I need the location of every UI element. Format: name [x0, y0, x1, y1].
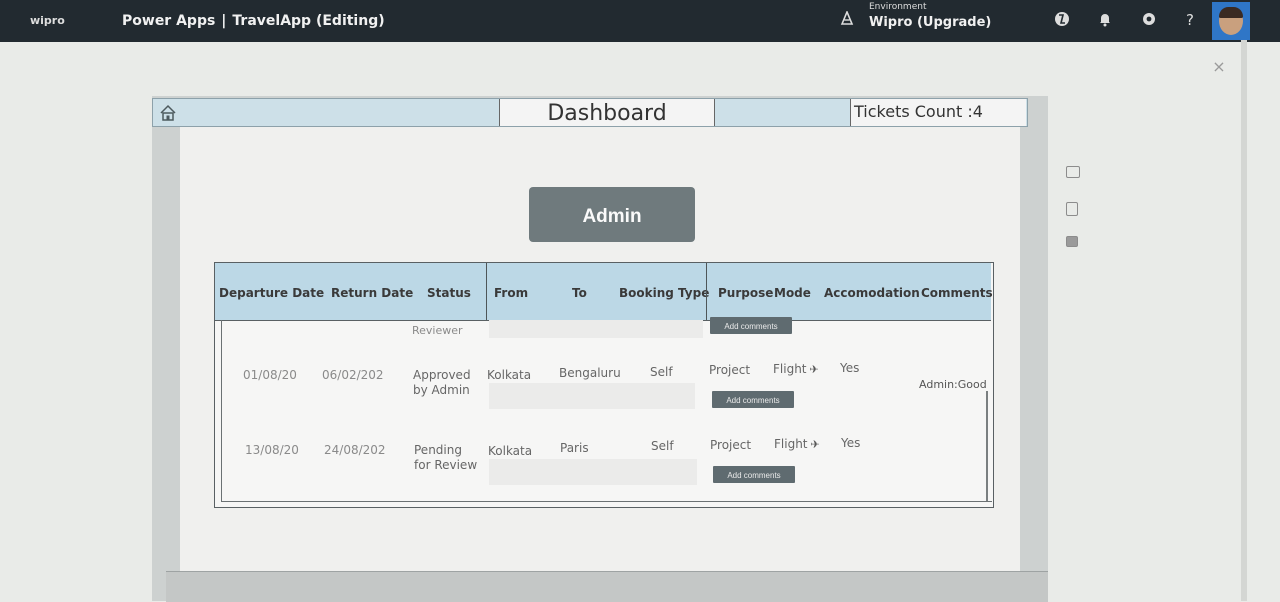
col-mode: Mode: [774, 286, 811, 300]
table-header: Departure Date Return Date Status From T…: [215, 263, 993, 321]
cell-to: Paris: [560, 441, 589, 455]
admin-button[interactable]: Admin: [529, 187, 695, 242]
row-shading: [489, 459, 697, 485]
add-comments-button[interactable]: Add comments: [713, 466, 795, 483]
top-bar: wipro Power Apps | TravelApp (Editing) Env…: [0, 0, 1280, 42]
cell-departure-date: 01/08/20: [243, 368, 297, 382]
app-title: Power Apps | TravelApp (Editing): [122, 13, 385, 29]
cell-mode: Flight ✈: [774, 437, 820, 452]
add-comments-button[interactable]: Add comments: [712, 391, 794, 408]
cell-from: Kolkata: [488, 444, 533, 458]
settings-gear-icon[interactable]: [1140, 11, 1158, 29]
cell-return-date: 06/02/202: [322, 368, 384, 382]
canvas-toolbar: [1060, 160, 1084, 260]
add-comments-button[interactable]: Add comments: [710, 317, 792, 334]
dashboard-header: Dashboard Tickets Count :4: [152, 98, 1028, 127]
partial-row-status: Reviewer: [412, 324, 463, 337]
help-icon[interactable]: ?: [1181, 11, 1199, 29]
cell-status-line2: for Review: [414, 458, 478, 472]
column-divider: [706, 263, 707, 320]
canvas-vertical-scrollbar[interactable]: [1241, 40, 1247, 601]
tickets-gallery: Departure Date Return Date Status From T…: [214, 262, 994, 508]
col-return-date: Return Date: [331, 286, 414, 300]
notification-bell-icon[interactable]: [1096, 11, 1114, 29]
tablet-layout-icon[interactable]: [1066, 166, 1080, 178]
phone-layout-icon[interactable]: [1066, 202, 1078, 216]
cell-status-line2: by Admin: [413, 383, 470, 397]
col-from: From: [494, 286, 529, 300]
home-icon[interactable]: [159, 104, 177, 122]
environment-name[interactable]: Wipro (Upgrade): [869, 15, 991, 30]
cell-from: Kolkata: [487, 368, 532, 382]
cell-purpose: Project: [709, 363, 751, 377]
cell-return-date: 24/08/202: [324, 443, 386, 457]
cell-booking-type: Self: [650, 365, 673, 379]
gallery-bottom-border: [221, 501, 992, 502]
cell-to: Bengaluru: [559, 366, 621, 380]
title-separator: |: [221, 13, 227, 29]
cell-status-line1: Approved: [413, 368, 471, 382]
col-status: Status: [427, 286, 471, 300]
col-comments: Comments: [921, 286, 993, 300]
environment-icon[interactable]: [840, 11, 854, 25]
col-accomodation: Accomodation: [824, 286, 920, 300]
cell-comments: Admin:Good: [919, 378, 987, 391]
close-icon[interactable]: ×: [1208, 56, 1230, 78]
col-purpose: Purpose: [718, 286, 774, 300]
col-to: To: [572, 286, 587, 300]
avatar-hair: [1219, 7, 1243, 18]
col-booking-type: Booking Type: [619, 286, 710, 300]
cell-departure-date: 13/08/20: [245, 443, 299, 457]
app-name: TravelApp (Editing): [232, 13, 385, 29]
canvas-horizontal-scrollbar[interactable]: [166, 571, 1048, 602]
airplane-icon: ✈: [809, 363, 819, 376]
page-title: Dashboard: [499, 99, 715, 126]
product-name[interactable]: Power Apps: [122, 13, 215, 29]
cell-status-line1: Pending: [414, 443, 462, 457]
user-avatar[interactable]: [1212, 2, 1250, 40]
row-shading: [489, 383, 695, 409]
mode-text: Flight: [773, 362, 807, 376]
tickets-count: Tickets Count :4: [850, 99, 1026, 126]
environment-label: Environment: [869, 2, 927, 12]
column-divider: [486, 263, 487, 320]
gallery-scrollbar[interactable]: [986, 391, 988, 501]
row-shading: [489, 320, 703, 338]
cell-accomodation: Yes: [841, 436, 861, 450]
airplane-icon: ✈: [810, 438, 820, 451]
mode-text: Flight: [774, 437, 808, 451]
cell-accomodation: Yes: [840, 361, 860, 375]
cell-booking-type: Self: [651, 439, 674, 453]
cell-purpose: Project: [710, 438, 752, 452]
fit-screen-icon[interactable]: [1066, 236, 1078, 247]
gallery-left-border: [221, 320, 222, 502]
copilot-icon[interactable]: [1053, 11, 1071, 29]
col-departure-date: Departure Date: [219, 286, 325, 300]
wipro-logo: wipro: [30, 14, 65, 27]
cell-mode: Flight ✈: [773, 362, 819, 377]
